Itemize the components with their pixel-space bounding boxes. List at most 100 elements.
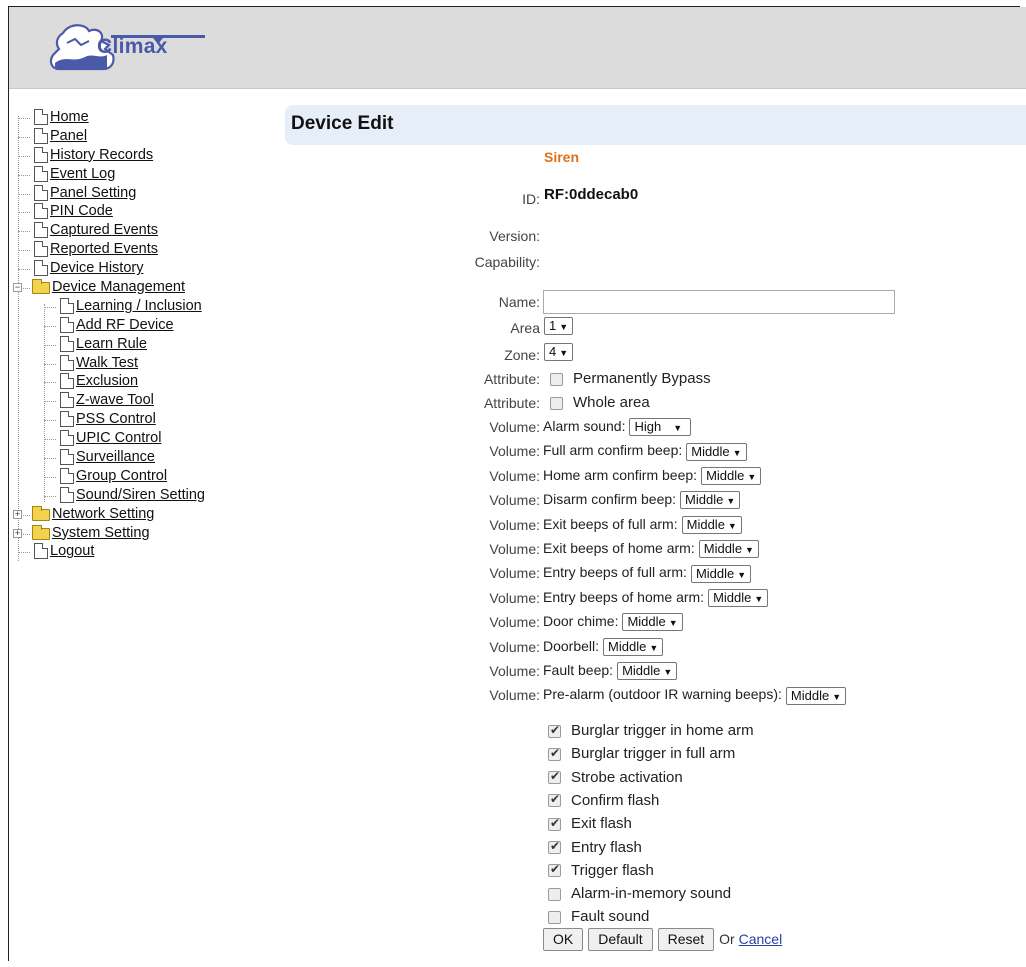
option-label: Fault sound (571, 908, 650, 926)
nav-item[interactable]: Exclusion (14, 372, 264, 391)
nav-item[interactable]: Reported Events (14, 240, 264, 259)
nav-item[interactable]: − Device Management (13, 278, 264, 297)
nav-item[interactable]: Group Control (14, 467, 264, 486)
nav-item[interactable]: Z-wave Tool (14, 391, 264, 410)
area-label: Area (510, 320, 540, 336)
volume-setting: Entry beeps of home arm: Middle ▼ (543, 589, 769, 608)
area-select[interactable]: 1 ▼ (544, 317, 574, 336)
nav-item[interactable]: + System Setting (13, 524, 264, 543)
nav-link[interactable]: Group Control (76, 467, 167, 486)
nav-item[interactable]: PSS Control (14, 410, 264, 429)
option-label: Confirm flash (571, 791, 660, 809)
collapse-icon[interactable]: − (13, 283, 22, 293)
option-checkbox[interactable] (548, 887, 561, 901)
volume-label: Volume: (489, 589, 540, 606)
option-checkbox[interactable] (548, 792, 561, 808)
nav-item[interactable]: Event Log (14, 165, 264, 184)
volume-select[interactable]: Middle ▼ (680, 491, 741, 510)
nav-item[interactable]: Panel (14, 127, 264, 146)
expand-icon[interactable]: + (13, 528, 22, 538)
volume-select[interactable]: Middle ▼ (603, 637, 664, 656)
nav-link[interactable]: Panel (50, 127, 87, 146)
expand-icon[interactable]: + (13, 509, 22, 519)
permanently-bypass-checkbox[interactable] (550, 372, 563, 386)
volume-label: Volume: (489, 492, 540, 509)
volume-setting: Exit beeps of home arm: Middle ▼ (543, 540, 759, 559)
volume-setting-label: Fault beep: (543, 662, 614, 678)
nav-link[interactable]: Network Setting (52, 505, 154, 524)
cancel-link[interactable]: Cancel (739, 931, 783, 947)
nav-item[interactable]: Walk Test (14, 354, 264, 373)
zone-select[interactable]: 4 ▼ (544, 343, 574, 362)
nav-link[interactable]: Exclusion (76, 372, 138, 391)
name-input[interactable] (543, 290, 895, 314)
capability-label: Capability: (474, 254, 540, 270)
volume-select[interactable]: Middle ▼ (622, 613, 683, 632)
nav-link[interactable]: Panel Setting (50, 184, 136, 203)
nav-link[interactable]: Surveillance (76, 448, 155, 467)
volume-label: Volume: (489, 516, 540, 533)
reset-button[interactable]: Reset (657, 928, 715, 951)
nav-item[interactable]: Captured Events (14, 221, 264, 240)
volume-select[interactable]: Middle ▼ (785, 686, 847, 705)
nav-item[interactable]: Logout (14, 542, 264, 561)
volume-label: Volume: (489, 638, 540, 655)
nav-link[interactable]: Reported Events (50, 240, 158, 259)
nav-item[interactable]: Sound/Siren Setting (14, 486, 264, 505)
nav-link[interactable]: UPIC Control (76, 429, 161, 448)
nav-link[interactable]: Z-wave Tool (76, 391, 154, 410)
volume-label: Volume: (489, 663, 540, 679)
nav-item[interactable]: UPIC Control (14, 429, 264, 448)
nav-item[interactable]: Learning / Inclusion (14, 297, 264, 316)
volume-select[interactable]: Middle ▼ (681, 515, 742, 534)
default-button[interactable]: Default (588, 928, 653, 951)
nav-link[interactable]: Sound/Siren Setting (76, 486, 205, 505)
option-checkbox[interactable] (548, 816, 561, 831)
nav-link[interactable]: Device History (50, 259, 143, 278)
nav-link[interactable]: Learn Rule (76, 335, 147, 354)
volume-select[interactable]: Middle ▼ (686, 442, 747, 461)
option-checkbox[interactable] (548, 862, 561, 878)
option-checkbox[interactable] (548, 769, 561, 785)
nav-link[interactable]: Captured Events (50, 221, 158, 240)
whole-area-checkbox[interactable] (550, 396, 563, 410)
nav-link[interactable]: Device Management (52, 278, 185, 297)
document-icon (60, 411, 74, 428)
option-checkbox[interactable] (548, 723, 561, 738)
nav-link[interactable]: System Setting (52, 524, 150, 543)
nav-link[interactable]: Learning / Inclusion (76, 297, 202, 316)
nav-item[interactable]: PIN Code (14, 202, 264, 221)
id-label: ID: (522, 191, 540, 207)
nav-link[interactable]: Add RF Device (76, 316, 174, 335)
nav-link[interactable]: Logout (50, 542, 94, 561)
nav-link[interactable]: PIN Code (50, 202, 113, 221)
volume-select[interactable]: Middle ▼ (617, 662, 678, 681)
nav-item[interactable]: Home (14, 108, 264, 127)
nav-item[interactable]: Add RF Device (14, 316, 264, 335)
volume-select[interactable]: High ▼ (629, 418, 692, 437)
nav-item[interactable]: Learn Rule (14, 335, 264, 354)
option-label: Exit flash (571, 815, 632, 833)
version-label: Version: (489, 228, 540, 244)
nav-item[interactable]: Device History (14, 259, 264, 278)
nav-item[interactable]: History Records (14, 146, 264, 165)
option-checkbox[interactable] (548, 910, 561, 924)
ok-button[interactable]: OK (543, 928, 584, 951)
nav-item[interactable]: + Network Setting (13, 505, 264, 524)
volume-select[interactable]: Middle ▼ (698, 540, 759, 559)
option-row: Burglar trigger in home arm (548, 722, 754, 739)
nav-link[interactable]: Home (50, 108, 89, 127)
nav-link[interactable]: Event Log (50, 165, 115, 184)
volume-select[interactable]: Middle ▼ (701, 467, 762, 486)
nav-item[interactable]: Surveillance (14, 448, 264, 467)
nav-link[interactable]: PSS Control (76, 410, 156, 429)
volume-select[interactable]: Middle ▼ (708, 589, 769, 608)
page-title: Device Edit (291, 113, 394, 134)
option-checkbox[interactable] (548, 839, 561, 855)
option-row: Alarm-in-memory sound (548, 885, 731, 902)
nav-item[interactable]: Panel Setting (14, 184, 264, 203)
nav-link[interactable]: Walk Test (76, 354, 138, 373)
volume-select[interactable]: Middle ▼ (690, 564, 752, 583)
nav-link[interactable]: History Records (50, 146, 153, 165)
option-checkbox[interactable] (548, 746, 561, 761)
